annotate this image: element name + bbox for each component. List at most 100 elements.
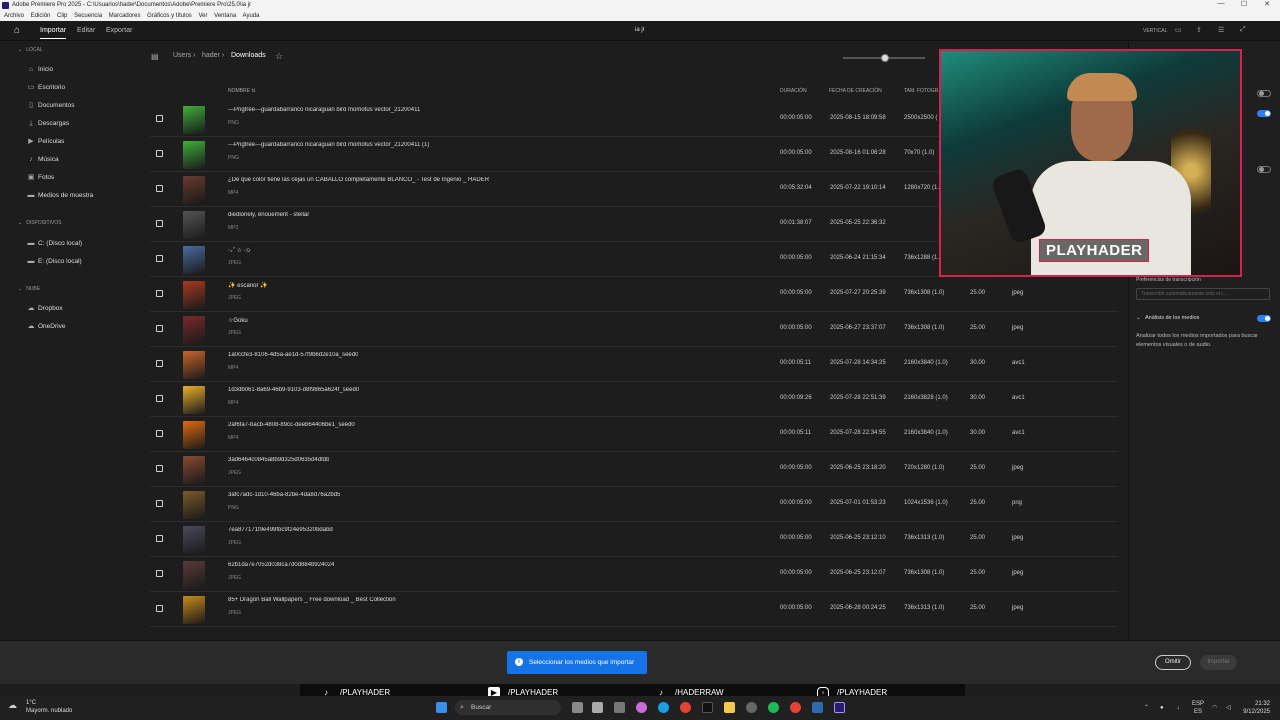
file-row[interactable]: 62b1da7e7052d038ca7d0d884b924024 JPEG 00:0… (150, 557, 1118, 592)
setting-toggle[interactable] (1257, 166, 1271, 173)
analysis-toggle[interactable] (1257, 315, 1271, 322)
sidebar-item-musica[interactable]: ♪ Música (27, 155, 58, 165)
vertical-label[interactable]: VERTICAL (1143, 28, 1167, 34)
file-row[interactable]: 7ea877171f9e499fbc9f24e95320bdabd JPEG 00:… (150, 522, 1118, 557)
star-icon[interactable]: ☆ (275, 51, 283, 62)
breadcrumb-downloads[interactable]: Downloads (231, 52, 266, 59)
tab-importar[interactable]: Importar (40, 27, 67, 39)
sidebar-item-dropbox[interactable]: ☁ Dropbox (27, 304, 63, 314)
settings-icon[interactable] (614, 702, 625, 713)
select-checkbox[interactable] (156, 500, 163, 507)
layout-icon[interactable]: ▭ (1175, 26, 1182, 34)
sidebar-item-disk-c[interactable]: ▬ C: (Disco local) (27, 239, 83, 249)
widgets-icon[interactable] (592, 702, 603, 713)
sidebar-section-devices[interactable]: ⌄ DISPOSITIVOS (18, 220, 62, 226)
tiktok-icon[interactable] (702, 702, 713, 713)
sidebar-item-escritorio[interactable]: ▭ Escritorio (27, 83, 65, 93)
file-row[interactable]: 3afc7adc-1d10-46ba-82be-4da8d76a2bd5 PNG 0… (150, 487, 1118, 522)
select-checkbox[interactable] (156, 430, 163, 437)
weather-widget[interactable]: ☁ 1°C Mayorm. nublado (8, 699, 72, 715)
expand-icon[interactable]: ⤢ (1240, 26, 1246, 34)
select-checkbox[interactable] (156, 325, 163, 332)
breadcrumb-users[interactable]: Users (173, 52, 191, 59)
sidebar-item-inicio[interactable]: ⌂ Inicio (27, 65, 53, 75)
language-indicator[interactable]: ESP ES (1192, 700, 1204, 716)
file-explorer-icon[interactable] (724, 702, 735, 713)
omit-button[interactable]: Omitir (1155, 655, 1191, 670)
menu-ventana[interactable]: Ventana (214, 13, 236, 19)
sidebar-section-local[interactable]: ⌄ LOCAL (18, 47, 43, 53)
column-duration-header[interactable]: DURACIÓN (780, 88, 807, 94)
menu-clip[interactable]: Clip (57, 13, 67, 19)
select-checkbox[interactable] (156, 360, 163, 367)
app-icon[interactable] (812, 702, 823, 713)
select-checkbox[interactable] (156, 465, 163, 472)
file-row[interactable]: 1a0ccfe3-8106-4d5a-ae1d-57f9b6d2e10a_see… (150, 347, 1118, 382)
mic-icon[interactable]: ♩ (1177, 704, 1183, 712)
menu-ver[interactable]: Ver (198, 13, 207, 19)
sidebar-item-onedrive[interactable]: ☁ OneDrive (27, 322, 66, 332)
menu-lines-icon[interactable]: ☰ (1218, 26, 1224, 34)
chrome-icon[interactable] (790, 702, 801, 713)
slider-knob[interactable] (881, 54, 889, 62)
close-button[interactable]: ✕ (1256, 0, 1278, 11)
clock[interactable]: 21:32 9/12/2025 (1242, 700, 1270, 716)
maximize-button[interactable]: ☐ (1233, 0, 1255, 11)
menu-ayuda[interactable]: Ayuda (243, 13, 260, 19)
menu-marcadores[interactable]: Marcadores (109, 13, 141, 19)
file-row[interactable]: 2af6fa7-bacb-4808-89cc-deeb64406be1_seed… (150, 417, 1118, 452)
thumbnail-size-slider[interactable] (843, 54, 925, 62)
sidebar-item-medios[interactable]: ▬ Medios de muestra (27, 191, 94, 201)
select-checkbox[interactable] (156, 570, 163, 577)
sidebar-item-peliculas[interactable]: ▶ Películas (27, 137, 64, 147)
sidebar-item-descargas[interactable]: ⤓ Descargas (27, 119, 69, 129)
column-date-header[interactable]: FECHA DE CREACIÓN (829, 88, 882, 94)
select-checkbox[interactable] (156, 115, 163, 122)
setting-toggle[interactable] (1257, 110, 1271, 117)
select-checkbox[interactable] (156, 220, 163, 227)
windows-start-icon[interactable] (436, 702, 447, 713)
file-row[interactable]: 85+ Dragon Ball Wallpapers _ Free downlo… (150, 592, 1118, 627)
edge-icon[interactable] (658, 702, 669, 713)
home-icon[interactable]: ⌂ (14, 25, 25, 36)
setting-toggle[interactable] (1257, 90, 1271, 97)
file-row[interactable]: ☆Goku JPEG 00:00:05:00 2025-06-27 23:37:07 7… (150, 312, 1118, 347)
select-checkbox[interactable] (156, 185, 163, 192)
select-checkbox[interactable] (156, 605, 163, 612)
import-button[interactable]: Importar (1200, 655, 1237, 670)
select-checkbox[interactable] (156, 150, 163, 157)
chrome-icon[interactable] (680, 702, 691, 713)
transcription-dropdown[interactable]: Transcribir automáticamente solo el i... (1136, 288, 1270, 300)
tray-chevron-icon[interactable]: ⌃ (1144, 704, 1149, 712)
share-icon[interactable]: ⇪ (1196, 26, 1202, 34)
column-name-header[interactable]: NOMBRE ⇅ (228, 88, 256, 94)
tray-app-icon[interactable]: ● (1160, 704, 1164, 712)
minimize-button[interactable]: — (1210, 0, 1232, 11)
sidebar-item-fotos[interactable]: ▣ Fotos (27, 173, 55, 183)
premiere-taskbar-icon[interactable] (834, 702, 845, 713)
wifi-icon[interactable]: ◠ (1212, 704, 1217, 712)
select-checkbox[interactable] (156, 290, 163, 297)
file-row[interactable]: 3ad6464c0845a8b9d325d0635d4dfdb JPEG 00:00… (150, 452, 1118, 487)
column-size-header[interactable]: TAM. FOTOGR. (904, 88, 940, 94)
copilot-icon[interactable] (636, 702, 647, 713)
menu-graficos[interactable]: Gráficos y títulos (147, 13, 192, 19)
sidebar-item-documentos[interactable]: ▯ Documentos (27, 101, 74, 111)
breadcrumb-hader[interactable]: hader (202, 52, 220, 59)
sidebar-section-cloud[interactable]: ⌄ NUBE (18, 286, 40, 292)
tab-exportar[interactable]: Exportar (106, 27, 132, 34)
volume-icon[interactable]: ◁ (1226, 704, 1231, 712)
spotify-icon[interactable] (768, 702, 779, 713)
menu-secuencia[interactable]: Secuencia (74, 13, 102, 19)
taskbar-search[interactable]: ⌕ Buscar (455, 700, 561, 715)
select-checkbox[interactable] (156, 535, 163, 542)
task-view-icon[interactable] (572, 702, 583, 713)
file-row[interactable]: 1d3db061-8a69-46b9-9103-d8f9865a624f_see… (150, 382, 1118, 417)
menu-archivo[interactable]: Archivo (4, 13, 24, 19)
menu-edicion[interactable]: Edición (31, 13, 51, 19)
app-icon[interactable] (746, 702, 757, 713)
select-checkbox[interactable] (156, 255, 163, 262)
file-row[interactable]: ✨ escanor ✨ JPEG 00:00:05:00 2025-07-27 20:… (150, 277, 1118, 312)
folder-icon[interactable]: ▤ (151, 52, 159, 61)
sidebar-item-disk-e[interactable]: ▬ E: (Disco local) (27, 257, 82, 267)
